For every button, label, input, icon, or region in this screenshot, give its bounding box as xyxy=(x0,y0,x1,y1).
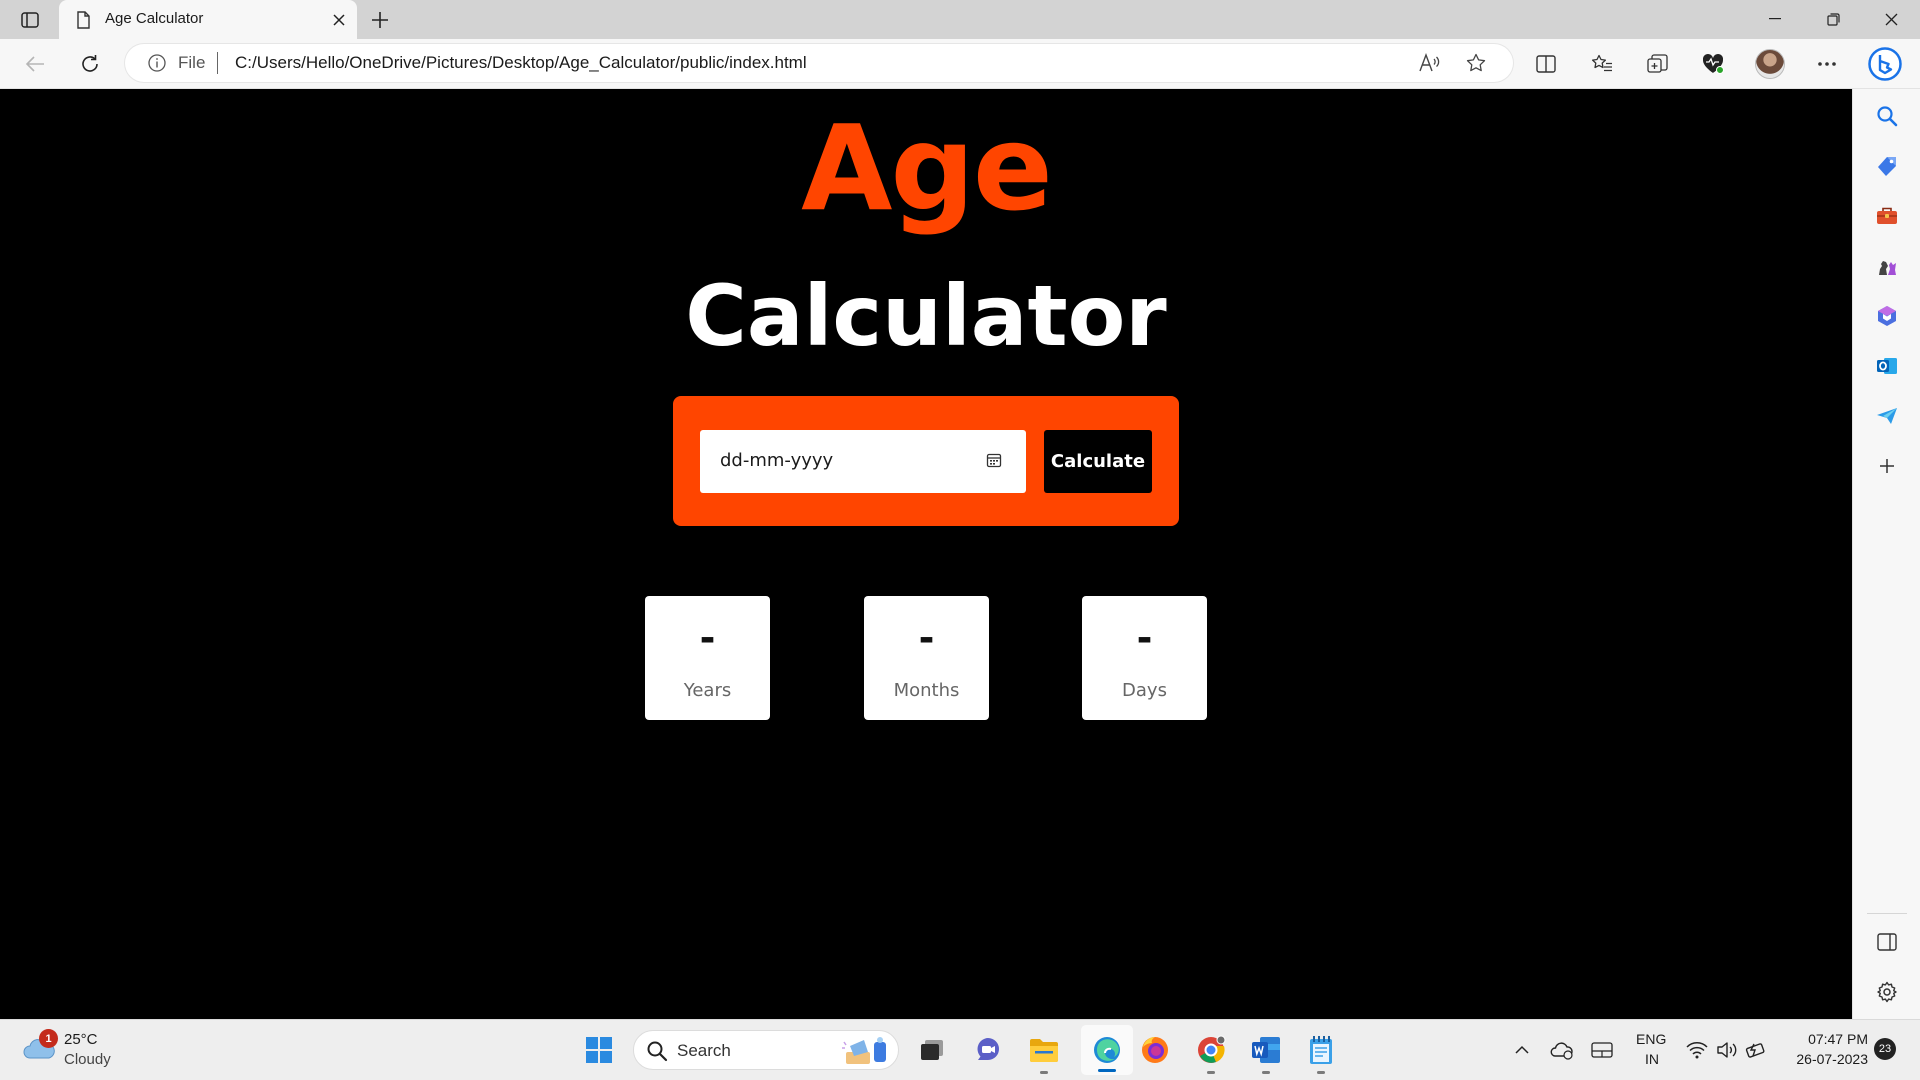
teams-chat-icon[interactable] xyxy=(971,1033,1005,1067)
shopping-tag-icon[interactable] xyxy=(1872,151,1902,181)
window-restore-icon[interactable] xyxy=(1818,6,1848,32)
tab-close-icon[interactable] xyxy=(327,8,351,32)
sidebar-separator xyxy=(1867,913,1907,914)
search-icon xyxy=(646,1040,668,1062)
browser-title-bar: Age Calculator xyxy=(0,0,1920,39)
window-close-icon[interactable] xyxy=(1876,6,1906,32)
windows-start-icon[interactable] xyxy=(582,1033,616,1067)
page-document-icon xyxy=(73,10,93,30)
taskbar-search-box[interactable]: Search xyxy=(633,1030,899,1070)
drop-send-icon[interactable] xyxy=(1872,401,1902,431)
clock-time[interactable]: 07:47 PM xyxy=(1798,1031,1868,1047)
show-hidden-icons-chevron-icon[interactable] xyxy=(1510,1038,1534,1062)
calendar-icon[interactable] xyxy=(986,452,1004,470)
outlook-icon[interactable] xyxy=(1872,351,1902,381)
search-icon[interactable] xyxy=(1872,101,1902,131)
address-scheme-label: File xyxy=(178,53,206,72)
address-bar[interactable]: File C:/Users/Hello/OneDrive/Pictures/De… xyxy=(125,44,1513,82)
battery-charging-icon[interactable] xyxy=(1745,1038,1769,1062)
input-language-top[interactable]: ENG xyxy=(1636,1031,1666,1047)
split-screen-icon[interactable] xyxy=(1531,49,1561,79)
days-value: - xyxy=(1136,616,1153,660)
windows-taskbar: 1 25°C Cloudy Search ENG IN 07:47 PM 26-… xyxy=(0,1019,1920,1080)
clock-date[interactable]: 26-07-2023 xyxy=(1780,1051,1868,1067)
bing-copilot-icon[interactable] xyxy=(1866,45,1904,83)
months-label: Months xyxy=(893,680,960,701)
touch-keyboard-icon[interactable] xyxy=(1590,1038,1614,1062)
task-view-icon[interactable] xyxy=(915,1033,949,1067)
input-language-bottom[interactable]: IN xyxy=(1645,1051,1659,1067)
more-options-ellipsis-icon[interactable] xyxy=(1812,49,1842,79)
page-viewport: Age Calculator dd-mm-yyyy Calculate - Ye… xyxy=(0,89,1852,1019)
months-value: - xyxy=(918,616,935,660)
profile-avatar[interactable] xyxy=(1755,49,1785,79)
url-text[interactable]: C:/Users/Hello/OneDrive/Pictures/Desktop… xyxy=(235,53,807,73)
running-indicator xyxy=(1262,1071,1270,1074)
date-input-placeholder: dd-mm-yyyy xyxy=(720,450,834,471)
tab-title: Age Calculator xyxy=(105,10,204,27)
search-label: Search xyxy=(677,1041,731,1060)
years-value: - xyxy=(699,616,716,660)
firefox-icon[interactable] xyxy=(1138,1033,1172,1067)
add-icon[interactable] xyxy=(1872,451,1902,481)
microsoft365-icon[interactable] xyxy=(1872,301,1902,331)
back-arrow-icon[interactable] xyxy=(20,50,50,78)
chrome-icon[interactable] xyxy=(1194,1033,1228,1074)
browser-tab-age-calculator[interactable]: Age Calculator xyxy=(59,0,357,39)
sidebar-toggle-icon[interactable] xyxy=(1872,927,1902,957)
search-highlight-art-icon xyxy=(840,1036,892,1066)
collections-icon[interactable] xyxy=(1643,49,1673,79)
days-result-card: - Days xyxy=(1082,596,1207,720)
weather-alert-badge: 1 xyxy=(39,1029,58,1048)
volume-icon[interactable] xyxy=(1715,1038,1739,1062)
notepad-icon[interactable] xyxy=(1304,1033,1338,1074)
browser-toolbar: File C:/Users/Hello/OneDrive/Pictures/De… xyxy=(0,39,1920,89)
months-result-card: - Months xyxy=(864,596,989,720)
heading-age: Age xyxy=(801,99,1053,237)
weather-temperature[interactable]: 25°C xyxy=(64,1031,98,1048)
running-indicator xyxy=(1317,1071,1325,1074)
games-chess-icon[interactable] xyxy=(1872,251,1902,281)
word-icon[interactable] xyxy=(1249,1033,1283,1074)
read-aloud-icon[interactable] xyxy=(1416,51,1442,75)
days-label: Days xyxy=(1122,680,1167,701)
running-indicator xyxy=(1040,1071,1048,1074)
tab-actions-icon[interactable] xyxy=(12,8,48,32)
edge-icon[interactable] xyxy=(1090,1033,1124,1067)
refresh-icon[interactable] xyxy=(75,50,105,78)
heading-calculator: Calculator xyxy=(685,267,1167,365)
wifi-icon[interactable] xyxy=(1685,1038,1709,1062)
file-explorer-icon[interactable] xyxy=(1027,1033,1061,1074)
onedrive-sync-icon[interactable] xyxy=(1550,1038,1574,1062)
address-separator xyxy=(217,52,218,74)
add-favorite-star-icon[interactable] xyxy=(1463,51,1489,75)
notification-count-badge[interactable]: 23 xyxy=(1874,1038,1896,1060)
weather-condition[interactable]: Cloudy xyxy=(64,1051,111,1068)
calculate-button[interactable]: Calculate xyxy=(1044,430,1152,493)
settings-gear-icon[interactable] xyxy=(1872,977,1902,1007)
running-indicator xyxy=(1207,1071,1215,1074)
birth-date-input[interactable]: dd-mm-yyyy xyxy=(700,430,1026,493)
window-minimize-icon[interactable] xyxy=(1760,6,1790,32)
edge-sidebar xyxy=(1852,89,1920,1019)
favorites-list-icon[interactable] xyxy=(1587,49,1617,79)
new-tab-plus-icon[interactable] xyxy=(366,7,394,33)
site-info-icon[interactable] xyxy=(147,53,167,73)
years-result-card: - Years xyxy=(645,596,770,720)
browser-essentials-heart-icon[interactable] xyxy=(1698,49,1728,79)
tools-briefcase-icon[interactable] xyxy=(1872,201,1902,231)
date-input-panel: dd-mm-yyyy Calculate xyxy=(673,396,1179,526)
years-label: Years xyxy=(683,680,732,701)
